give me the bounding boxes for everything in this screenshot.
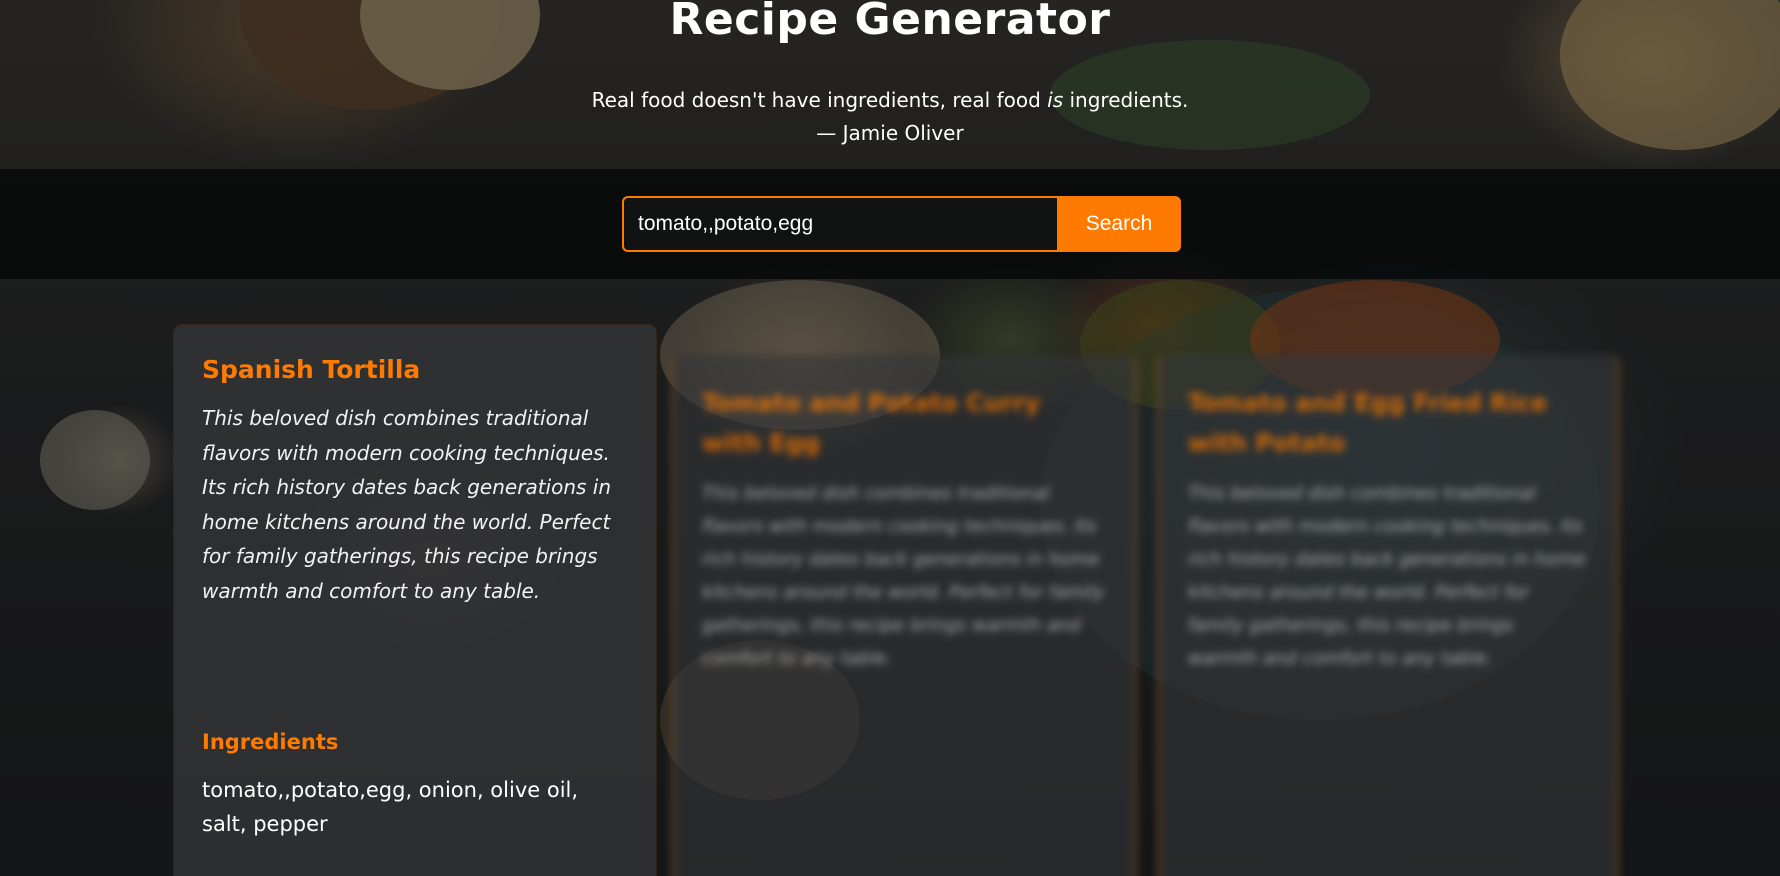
recipe-card[interactable]: Tomato and Potato Curry with Egg This be…	[671, 355, 1137, 876]
ingredients-heading: Ingredients	[202, 730, 339, 754]
quote: Real food doesn't have ingredients, real…	[0, 84, 1780, 150]
search-input[interactable]	[622, 196, 1057, 252]
recipe-description: This beloved dish combines traditional f…	[702, 483, 1105, 669]
recipe-description: This beloved dish combines traditional f…	[1188, 483, 1586, 669]
quote-emphasis: is	[1047, 88, 1064, 112]
recipe-cards: Spanish Tortilla This beloved dish combi…	[0, 279, 1780, 876]
search-button[interactable]: Search	[1057, 196, 1181, 252]
ingredients-list: tomato,,potato,egg, onion, olive oil, sa…	[202, 778, 579, 836]
search-bar: Search	[0, 169, 1780, 279]
recipe-title: Spanish Tortilla	[202, 355, 421, 384]
quote-text: Real food doesn't have ingredients, real…	[0, 84, 1780, 117]
quote-author: — Jamie Oliver	[816, 121, 964, 145]
quote-text-start: Real food doesn't have ingredients, real…	[591, 88, 1048, 112]
recipe-card[interactable]: Tomato and Egg Fried Rice with Potato Th…	[1157, 355, 1619, 876]
search-form: Search	[622, 196, 1181, 252]
recipe-card[interactable]: Spanish Tortilla This beloved dish combi…	[174, 325, 656, 876]
recipe-title: Tomato and Egg Fried Rice with Potato	[1188, 389, 1548, 457]
recipe-description: This beloved dish combines traditional f…	[202, 406, 612, 603]
page-header: Recipe Generator Real food doesn't have …	[0, 0, 1780, 169]
recipe-title: Tomato and Potato Curry with Egg	[702, 389, 1041, 457]
quote-text-end: ingredients.	[1063, 88, 1189, 112]
page-title: Recipe Generator	[669, 0, 1111, 45]
